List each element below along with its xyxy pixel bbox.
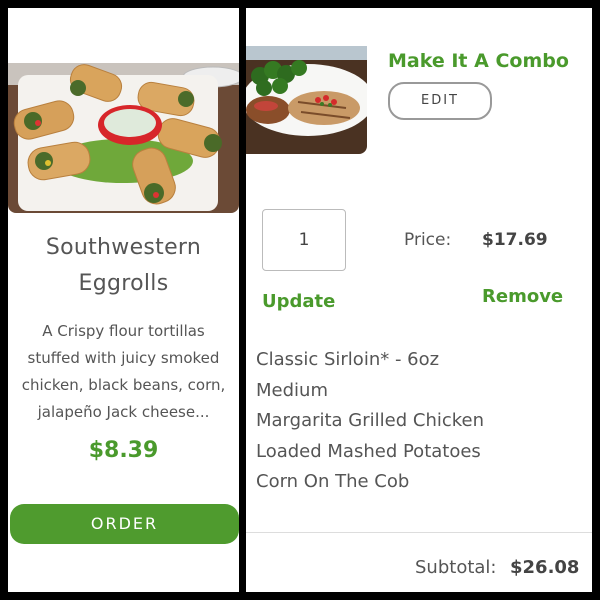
update-button[interactable]: Update xyxy=(262,290,335,314)
combo-title: Make It A Combo xyxy=(388,50,569,72)
quantity-input[interactable]: 1 xyxy=(262,209,346,271)
subtotal-label: Subtotal: xyxy=(415,557,497,578)
description-line: chicken, black beans, corn, xyxy=(21,376,226,394)
edit-button[interactable]: EDIT xyxy=(388,82,492,120)
price-value: $17.69 xyxy=(482,230,548,250)
cart-item-panel: Make It A Combo EDIT 1 Price: $17.69 Upd… xyxy=(246,8,592,592)
item-options-list: Classic Sirloin* - 6oz Medium Margarita … xyxy=(256,345,586,498)
remove-button[interactable]: Remove xyxy=(482,285,563,309)
option-line: Classic Sirloin* - 6oz xyxy=(256,349,440,370)
description-line: jalapeño Jack cheese... xyxy=(37,403,210,421)
option-line: Medium xyxy=(256,379,328,401)
option-line: Loaded Mashed Potatoes xyxy=(256,440,481,462)
option-line: Margarita Grilled Chicken xyxy=(256,410,485,431)
combo-image xyxy=(246,46,367,154)
item-price: $8.39 xyxy=(88,438,159,463)
subtotal-value: $26.08 xyxy=(510,557,580,578)
combo-photo[interactable] xyxy=(246,46,367,154)
description-line: A Crispy flour tortillas xyxy=(42,322,205,340)
item-title-line: Eggrolls xyxy=(78,271,169,296)
divider xyxy=(246,532,592,533)
eggrolls-image xyxy=(8,63,239,213)
price-label: Price: xyxy=(404,230,452,250)
menu-item-card: Southwestern Eggrolls A Crispy flour tor… xyxy=(8,8,239,592)
eggrolls-photo[interactable] xyxy=(8,63,239,213)
item-description: A Crispy flour tortillas stuffed with ju… xyxy=(14,318,233,426)
item-title: Southwestern Eggrolls xyxy=(8,230,239,302)
item-title-line: Southwestern xyxy=(45,235,202,260)
order-button[interactable]: ORDER xyxy=(10,504,239,544)
description-line: stuffed with juicy smoked xyxy=(27,349,220,367)
option-line: Corn On The Cob xyxy=(256,471,410,492)
